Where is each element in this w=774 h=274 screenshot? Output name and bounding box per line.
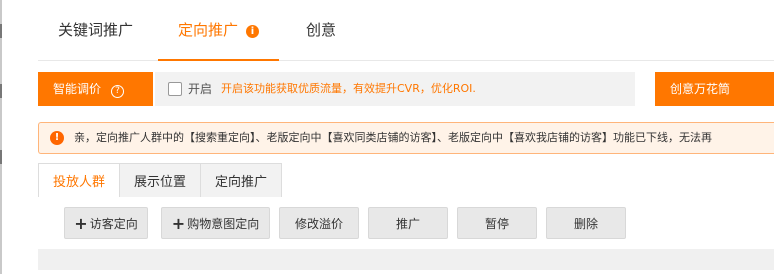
window-left-edge [0, 0, 2, 274]
enable-checkbox[interactable] [168, 82, 182, 96]
smart-bid-description: 开启该功能获取优质流量，有效提升CVR，优化ROI. [221, 82, 476, 95]
top-tab-bar: 关键词推广 定向推广 i 创意 [38, 0, 774, 61]
warning-icon: ! [50, 131, 64, 145]
button-label: 暂停 [484, 217, 509, 231]
pause-button[interactable]: 暂停 [457, 207, 537, 239]
tab-label: 投放人群 [52, 175, 105, 190]
tab-targeted[interactable]: 定向推广 [200, 163, 282, 197]
button-label: 购物意图定向 [187, 217, 260, 231]
modify-premium-button[interactable]: 修改溢价 [279, 207, 359, 239]
tab-label: 关键词推广 [58, 21, 134, 39]
info-icon[interactable]: i [246, 25, 260, 38]
creative-kaleidoscope-button[interactable]: 创意万花筒 [655, 72, 774, 106]
creative-button-label: 创意万花筒 [670, 82, 731, 96]
tab-display-position[interactable]: 展示位置 [119, 163, 201, 197]
tab-keyword-promotion[interactable]: 关键词推广 [58, 0, 133, 60]
visitor-targeting-button[interactable]: + 访客定向 [64, 207, 148, 239]
delete-button[interactable]: 删除 [546, 207, 626, 239]
smart-bid-panel: 开启 开启该功能获取优质流量，有效提升CVR，优化ROI. [155, 72, 635, 106]
button-label: 删除 [573, 217, 598, 231]
edge-mark [0, 150, 2, 164]
button-label: 推广 [395, 217, 420, 231]
tab-audience[interactable]: 投放人群 [38, 163, 120, 198]
plus-icon: + [74, 214, 88, 233]
tab-label: 定向推广 [214, 175, 267, 190]
tab-label: 创意 [306, 21, 337, 39]
edge-mark [0, 84, 2, 98]
action-toolbar: + 访客定向 + 购物意图定向 修改溢价 推广 暂停 删除 [38, 197, 774, 249]
enable-checkbox-label[interactable]: 开启 [188, 72, 212, 106]
button-label: 修改溢价 [294, 217, 343, 231]
content-tab-bar: 投放人群 展示位置 定向推广 [38, 163, 774, 198]
promote-button[interactable]: 推广 [368, 207, 448, 239]
table-header-strip [38, 249, 774, 270]
notice-text: 亲，定向推广人群中的【搜索重定向】、老版定向中【喜欢同类店铺的访客】、老版定向中… [74, 131, 712, 144]
tab-creative[interactable]: 创意 [306, 0, 336, 60]
edge-mark [0, 24, 2, 38]
button-label: 访客定向 [89, 217, 138, 231]
smart-bid-button[interactable]: 智能调价? [38, 72, 153, 106]
help-icon[interactable]: ? [111, 85, 125, 98]
tab-label: 定向推广 [178, 21, 239, 39]
purchase-intent-button[interactable]: + 购物意图定向 [161, 207, 270, 239]
plus-icon: + [171, 214, 186, 233]
tab-label: 展示位置 [133, 175, 186, 190]
smart-bid-label: 智能调价 [53, 82, 102, 96]
tab-targeted-promotion[interactable]: 定向推广 i [157, 0, 280, 61]
notice-banner: ! 亲，定向推广人群中的【搜索重定向】、老版定向中【喜欢同类店铺的访客】、老版定… [38, 122, 774, 154]
